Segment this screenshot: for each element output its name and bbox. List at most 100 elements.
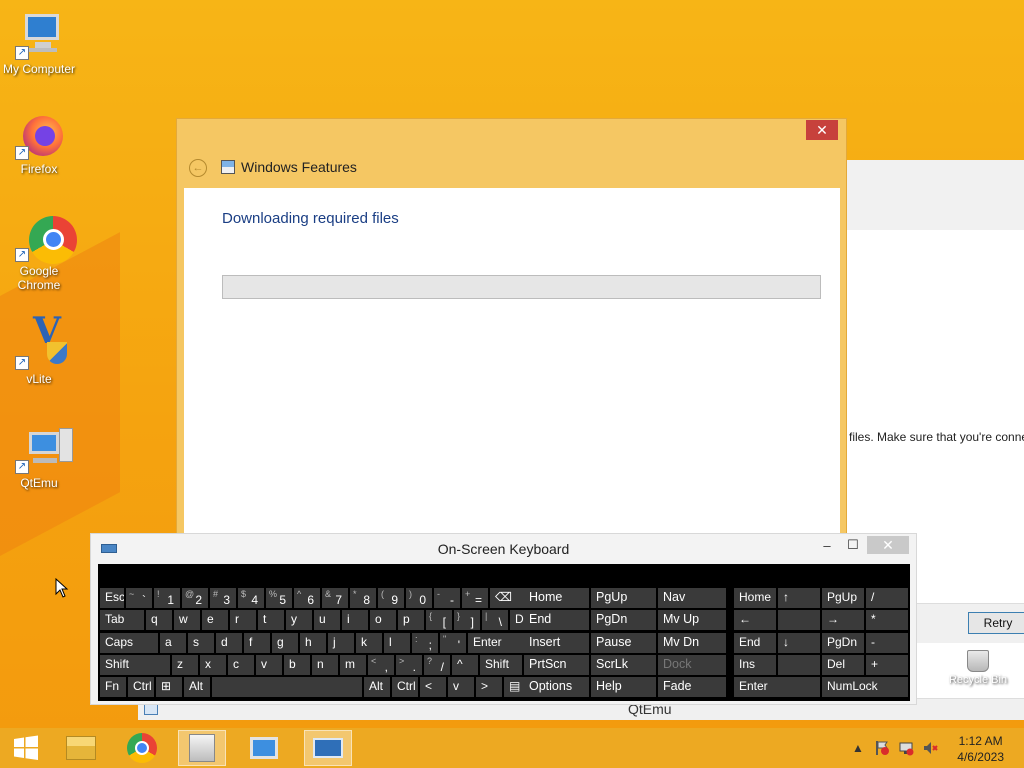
osk-key[interactable]: p — [398, 610, 424, 630]
osk-numpad-key[interactable]: → — [822, 610, 864, 630]
osk-key[interactable]: h — [300, 633, 326, 653]
osk-numpad-key[interactable]: Home — [734, 588, 776, 608]
osk-key[interactable]: v — [256, 655, 282, 675]
osk-key[interactable]: s — [188, 633, 214, 653]
osk-numpad-key[interactable]: * — [866, 610, 908, 630]
maximize-button[interactable]: ☐ — [842, 536, 864, 554]
osk-key[interactable]: Ctrl — [128, 677, 154, 697]
osk-key[interactable]: ^ 6 — [294, 588, 320, 608]
osk-key[interactable]: g — [272, 633, 298, 653]
osk-nav-key[interactable]: Home — [524, 588, 589, 608]
osk-key[interactable]: ~ ` — [126, 588, 152, 608]
osk-key[interactable]: f — [244, 633, 270, 653]
osk-numpad-key[interactable]: End — [734, 633, 776, 653]
osk-key[interactable]: <, — [368, 655, 394, 675]
osk-key[interactable]: + = — [462, 588, 488, 608]
osk-nav-key[interactable]: Options — [524, 677, 589, 697]
osk-key[interactable]: Fn — [100, 677, 126, 697]
osk-numpad-key[interactable]: ↑ — [778, 588, 820, 608]
osk-key[interactable]: }] — [454, 610, 480, 630]
osk-numpad-key[interactable]: Del — [822, 655, 864, 675]
desktop-icon-firefox[interactable]: ↗ Firefox — [0, 112, 78, 176]
osk-key[interactable]: {[ — [426, 610, 452, 630]
osk-key[interactable]: c — [228, 655, 254, 675]
osk-nav-key[interactable]: PrtScn — [524, 655, 589, 675]
osk-key[interactable]: v — [448, 677, 474, 697]
osk-key[interactable]: ! 1 — [154, 588, 180, 608]
taskbar-chrome[interactable] — [118, 730, 166, 766]
osk-nav-key[interactable]: End — [524, 610, 589, 630]
osk-key[interactable]: ) 0 — [406, 588, 432, 608]
osk-numpad-key[interactable]: ↓ — [778, 633, 820, 653]
osk-key[interactable]: < — [420, 677, 446, 697]
osk-key[interactable]: -- — [434, 588, 460, 608]
osk-key[interactable] — [212, 677, 362, 697]
osk-nav-key[interactable]: Mv Up — [658, 610, 726, 630]
osk-key[interactable]: z — [172, 655, 198, 675]
osk-key[interactable]: > — [476, 677, 502, 697]
osk-key[interactable]: & 7 — [322, 588, 348, 608]
osk-nav-key[interactable]: Mv Dn — [658, 633, 726, 653]
osk-nav-key[interactable]: Fade — [658, 677, 726, 697]
osk-key[interactable]: Alt — [364, 677, 390, 697]
osk-key[interactable]: Shift — [480, 655, 522, 675]
osk-key[interactable]: ⊞ — [156, 677, 182, 697]
osk-key[interactable]: $4 — [238, 588, 264, 608]
osk-key[interactable]: ? / — [424, 655, 450, 675]
osk-numpad-key[interactable]: + — [866, 655, 908, 675]
osk-numpad-key[interactable]: PgUp — [822, 588, 864, 608]
osk-key[interactable]: Caps — [100, 633, 158, 653]
osk-nav-key[interactable]: Pause — [591, 633, 656, 653]
osk-key[interactable]: * 8 — [350, 588, 376, 608]
osk-nav-key[interactable]: PgUp — [591, 588, 656, 608]
osk-key[interactable]: w — [174, 610, 200, 630]
osk-nav-key[interactable]: Nav — [658, 588, 726, 608]
osk-key[interactable]: Shift — [100, 655, 170, 675]
osk-key[interactable]: " ' — [440, 633, 466, 653]
osk-key[interactable]: ^ — [452, 655, 478, 675]
network-icon[interactable] — [898, 740, 914, 756]
osk-key[interactable]: ▤ — [504, 677, 526, 697]
osk-key[interactable]: (9 — [378, 588, 404, 608]
clock[interactable]: 1:12 AM 4/6/2023 — [957, 733, 1004, 765]
action-center-icon[interactable] — [874, 740, 890, 756]
osk-key[interactable]: j — [328, 633, 354, 653]
osk-key[interactable]: m — [340, 655, 366, 675]
osk-numpad-key[interactable]: Ins — [734, 655, 776, 675]
osk-nav-key[interactable]: ScrLk — [591, 655, 656, 675]
taskbar-qtemu[interactable] — [240, 730, 288, 766]
desktop-icon-chrome[interactable]: ↗ Google Chrome — [0, 214, 78, 292]
osk-numpad-key[interactable]: ← — [734, 610, 776, 630]
osk-key[interactable]: | \ — [482, 610, 508, 630]
close-button[interactable]: ✕ — [806, 120, 838, 140]
osk-key[interactable]: o — [370, 610, 396, 630]
osk-numpad-key[interactable]: / — [866, 588, 908, 608]
osk-numpad-key[interactable] — [778, 655, 820, 675]
osk-key[interactable]: >. — [396, 655, 422, 675]
osk-key[interactable]: a — [160, 633, 186, 653]
minimize-button[interactable]: – — [816, 536, 838, 554]
back-button[interactable]: ← — [189, 159, 207, 177]
osk-key[interactable]: n — [312, 655, 338, 675]
osk-numpad-key[interactable]: Enter — [734, 677, 820, 697]
desktop-icon-my-computer[interactable]: ↗ My Computer — [0, 12, 78, 76]
desktop-icon-recycle-bin[interactable]: Recycle Bin — [938, 650, 1018, 686]
osk-nav-key[interactable]: Dock — [658, 655, 726, 675]
osk-key[interactable]: Esc — [100, 588, 124, 608]
osk-key[interactable]: t — [258, 610, 284, 630]
osk-key[interactable]: u — [314, 610, 340, 630]
osk-numpad-key[interactable]: NumLock — [822, 677, 908, 697]
osk-key[interactable]: l — [384, 633, 410, 653]
osk-key[interactable]: x — [200, 655, 226, 675]
osk-numpad-key[interactable]: PgDn — [822, 633, 864, 653]
osk-key[interactable]: b — [284, 655, 310, 675]
osk-key[interactable]: q — [146, 610, 172, 630]
taskbar-vlite[interactable] — [178, 730, 226, 766]
osk-close-button[interactable]: ✕ — [867, 536, 909, 554]
osk-nav-key[interactable]: Insert — [524, 633, 589, 653]
desktop-icon-vlite[interactable]: V ↗ vLite — [0, 313, 78, 386]
osk-key[interactable]: :; — [412, 633, 438, 653]
osk-key[interactable]: #3 — [210, 588, 236, 608]
osk-key[interactable]: r — [230, 610, 256, 630]
osk-key[interactable]: % 5 — [266, 588, 292, 608]
